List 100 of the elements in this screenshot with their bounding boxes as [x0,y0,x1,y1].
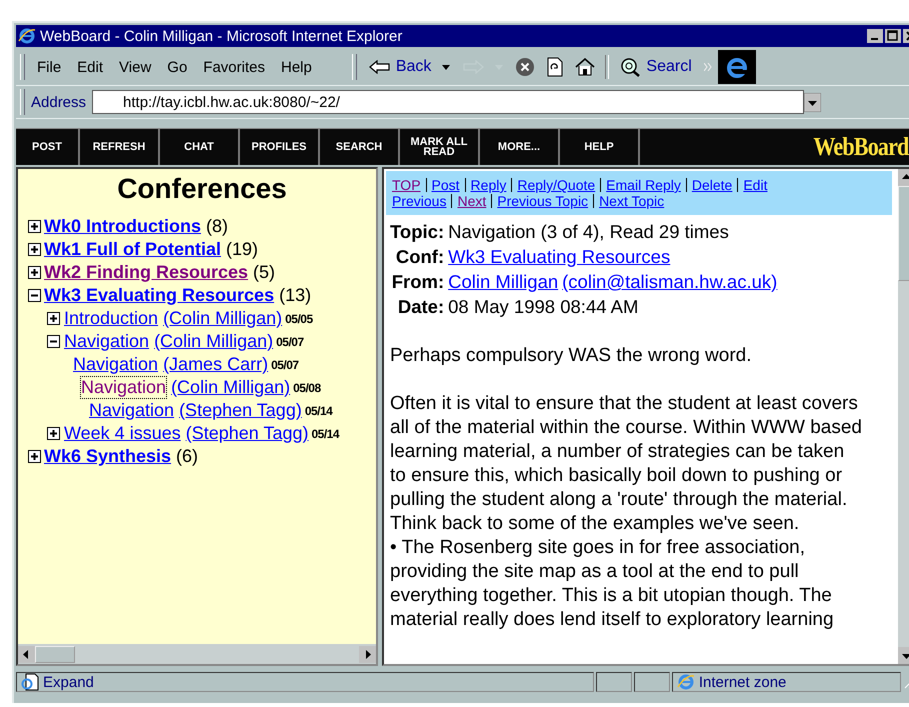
message-action-link[interactable]: Reply [464,178,512,192]
field-label: Conf: [394,246,444,268]
menu-item[interactable]: Help [274,56,318,78]
toolbar-button[interactable]: Back [362,56,456,78]
menu-item[interactable]: Go [161,56,194,78]
message-count: (19) [226,239,258,260]
field-value: 08 May 1998 08:44 AM [448,296,638,317]
field-link[interactable]: Colin Milligan [448,271,558,292]
address-label: Address [31,94,86,110]
nav-button[interactable]: REFRESH [80,129,160,165]
message-date: 05/14 [304,404,332,418]
window-title: WebBoard - Colin Milligan - Microsoft Internet Explorer [40,28,404,44]
nav-button[interactable]: SEARCH [320,129,400,165]
message-action-link[interactable]: Email Reply [600,178,686,192]
page-icon [21,673,39,691]
status-pane [634,672,670,692]
message-date: 05/08 [293,380,321,394]
message-paragraph: Perhaps compulsory WAS the wrong word. [390,344,753,368]
message-count: (8) [206,216,228,237]
stop-icon[interactable] [515,57,536,77]
message-action-link[interactable]: Next Topic [593,194,670,208]
message-link[interactable]: Navigation [63,330,150,353]
message-link[interactable]: Week 4 issues [63,422,182,445]
toolbar-button[interactable]: Searcl [613,55,698,79]
conference-link[interactable]: Wk2 Finding Resources [44,262,248,283]
message-paragraph: • The Rosenberg site goes in for free association, providing the site map as a tool at the end to pull everything together. This is a bit utopian though. The material really does lend itself to exploratory learning [390,536,835,632]
message-link[interactable]: Navigation [80,376,168,399]
message-count: (13) [279,285,312,306]
message-action-link[interactable]: Edit [737,178,772,192]
field-label: Date: [396,296,444,318]
scroll-right-icon[interactable] [359,646,376,662]
field-link[interactable]: Wk3 Evaluating Resources [448,246,670,267]
expand-icon[interactable] [28,450,41,463]
email-link[interactable]: (colin@talisman.hw.ac.uk) [562,271,778,292]
status-pane [596,672,632,692]
message-date: 05/14 [311,426,340,440]
refresh-icon[interactable] [547,57,564,77]
menu-item[interactable]: View [113,56,158,78]
conferences-heading: Conferences [116,172,288,206]
expand-icon[interactable] [28,266,41,279]
address-field[interactable]: http://tay.icbl.hw.ac.uk:8080/~22/ [92,90,804,114]
status-text: Expand [43,674,94,690]
message-date: 05/07 [271,358,299,372]
field-value: Navigation (3 of 4), Read 29 times [448,221,729,242]
maximize-icon[interactable] [885,29,901,43]
message-date: 05/07 [276,334,304,348]
horizontal-scrollbar[interactable] [18,644,376,664]
search-icon[interactable] [619,57,642,77]
message-action-link[interactable]: TOP [392,178,426,192]
author-link[interactable]: (Stephen Tagg) [186,423,308,444]
minimize-icon[interactable] [867,29,883,43]
caret-icon[interactable] [442,64,450,70]
expand-icon[interactable] [47,427,60,440]
author-link[interactable]: (Colin Milligan) [171,377,290,398]
nav-button[interactable]: CHAT [160,129,240,165]
zone-text: Internet zone [698,674,786,690]
message-action-link[interactable]: Reply/Quote [511,178,600,192]
scroll-left-icon[interactable] [18,646,35,662]
author-link[interactable]: (James Carr) [163,354,268,375]
browser-icon [676,673,695,691]
browser-icon[interactable] [18,27,36,45]
conference-link[interactable]: Wk0 Introductions [44,216,201,237]
home-icon[interactable] [575,58,596,76]
message-action-link[interactable]: Previous Topic [491,194,594,208]
message-paragraph: Often it is vital to ensure that the student at least covers all of the material within the course. Within WWW based learning material, a number of strategies can be taken to ensure this, which basically boil down to pushing or pulling the student along a 'route' through the material. Think back to some of the examples we've seen. [390,392,864,536]
menu-item[interactable]: Favorites [197,56,271,78]
webboard-logo: WebBoard [812,131,909,163]
message-count: (6) [176,446,198,467]
collapse-icon[interactable] [47,335,60,348]
nav-button[interactable]: PROFILES [240,129,320,165]
nav-button[interactable]: POST [16,129,80,165]
expand-icon[interactable] [47,312,60,325]
author-link[interactable]: (Colin Milligan) [154,331,274,352]
message-count: (5) [253,262,276,283]
menu-item[interactable]: Edit [71,56,110,78]
scrollbar-thumb[interactable] [35,646,75,662]
field-label: Topic: [390,221,444,243]
message-action-link[interactable]: Next [451,194,492,208]
message-action-link[interactable]: Post [426,178,465,192]
dropdown-icon[interactable] [804,92,822,112]
nav-button[interactable]: MORE... [480,129,560,165]
message-date: 05/05 [285,312,313,326]
author-link[interactable]: (Stephen Tagg) [179,400,302,421]
nav-button[interactable]: MARK ALL READ [400,129,480,165]
message-link[interactable]: Navigation [88,399,176,422]
conference-link[interactable]: Wk1 Full of Potential [44,239,222,260]
conference-link[interactable]: Wk6 Synthesis [44,446,172,467]
expand-icon[interactable] [28,220,41,233]
field-label: From: [390,271,444,293]
collapse-icon[interactable] [28,289,41,302]
author-link[interactable]: (Colin Milligan) [163,308,282,329]
conference-link[interactable]: Wk3 Evaluating Resources [44,285,274,306]
back-arrow-icon[interactable] [368,60,391,74]
nav-button[interactable]: HELP [560,129,640,165]
message-link[interactable]: Navigation [72,353,160,376]
message-link[interactable]: Introduction [63,307,160,330]
message-action-link[interactable]: Previous [392,194,452,208]
expand-icon[interactable] [28,243,41,256]
message-action-link[interactable]: Delete [686,178,738,192]
menu-item[interactable]: File [31,56,68,78]
